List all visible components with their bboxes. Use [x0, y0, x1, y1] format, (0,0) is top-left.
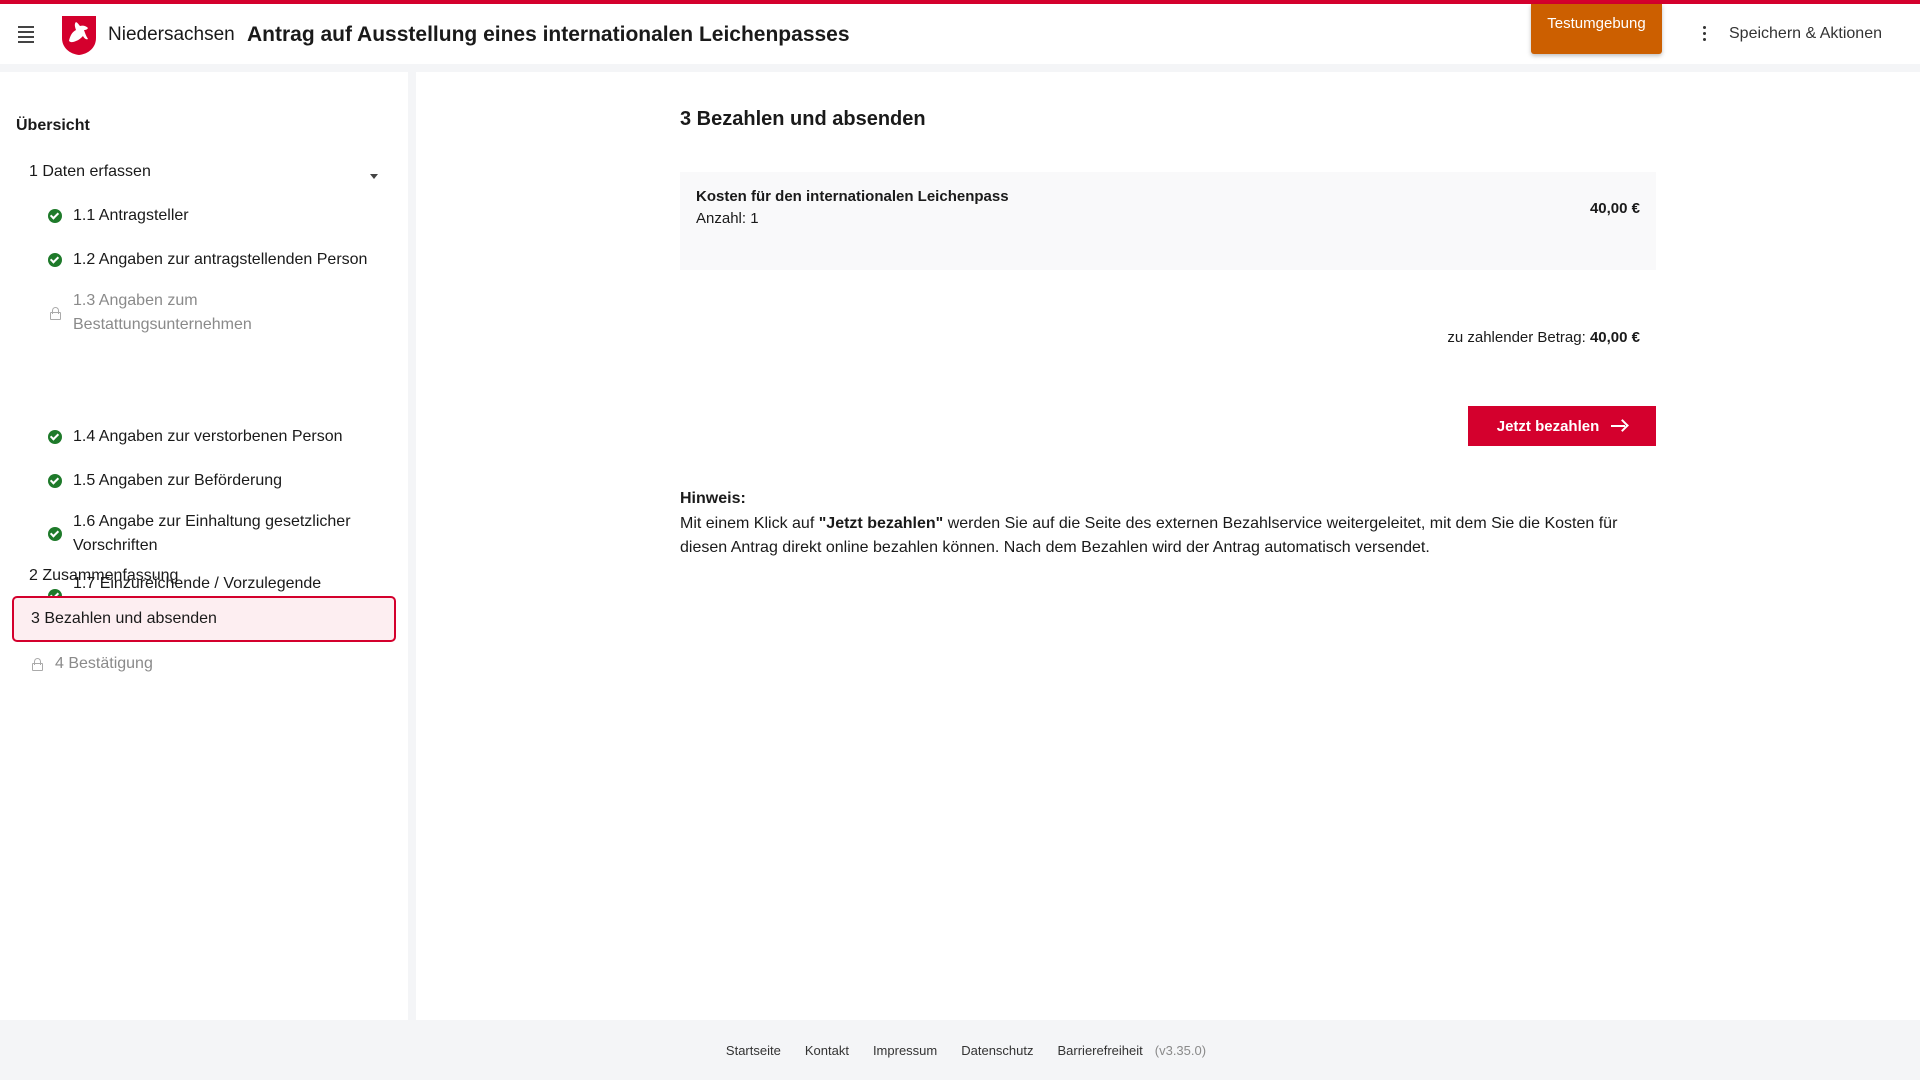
sidebar-section-bestaetigung: 4 Bestätigung: [30, 652, 370, 676]
sidebar-section-bezahlen-active[interactable]: 3 Bezahlen und absenden: [12, 596, 396, 642]
sidebar-title: Übersicht: [16, 117, 90, 134]
sidebar-section-daten-erfassen[interactable]: 1 Daten erfassen: [29, 163, 151, 181]
sidebar-item-vorschriften[interactable]: 1.6 Angabe zur Einhaltung gesetzlicher V…: [48, 510, 388, 558]
footer-link-startseite[interactable]: Startseite: [726, 1043, 781, 1058]
footer-link-kontakt[interactable]: Kontakt: [805, 1043, 849, 1058]
test-environment-badge: Testumgebung: [1531, 4, 1662, 54]
niedersachsen-logo: [62, 16, 96, 55]
header: Niedersachsen Antrag auf Ausstellung ein…: [0, 4, 1920, 64]
total-amount-row: zu zahlender Betrag: 40,00 €: [1447, 329, 1640, 346]
sidebar-section-zusammenfassung[interactable]: 2 Zusammenfassung: [29, 567, 178, 585]
page-title: Antrag auf Ausstellung eines internation…: [247, 23, 850, 46]
footer-link-impressum[interactable]: Impressum: [873, 1043, 937, 1058]
sidebar: Übersicht 1 Daten erfassen 1.1 Antragste…: [0, 72, 408, 1020]
check-circle-icon: [48, 527, 62, 541]
sidebar-item-verstorbene-person[interactable]: 1.4 Angaben zur verstorbenen Person: [48, 425, 388, 449]
sidebar-item-label: 1.2 Angaben zur antragstellenden Person: [73, 251, 368, 268]
total-label: zu zahlender Betrag:: [1447, 329, 1586, 346]
check-circle-icon: [48, 253, 62, 267]
main-content: 3 Bezahlen und absenden Kosten für den i…: [416, 72, 1920, 1020]
pay-now-label: Jetzt bezahlen: [1496, 417, 1600, 435]
footer-link-barrierefreiheit[interactable]: Barrierefreiheit: [1058, 1043, 1143, 1058]
sidebar-item-label: 1.3 Angaben zum Bestattungsunternehmen: [73, 292, 252, 333]
cost-summary: Kosten für den internationalen Leichenpa…: [680, 172, 1656, 270]
version-label: (v3.35.0): [1154, 1042, 1207, 1058]
cost-amount: 40,00 €: [1589, 200, 1640, 217]
cost-quantity: Anzahl: 1: [696, 210, 759, 227]
sidebar-item-antragstellende-person[interactable]: 1.2 Angaben zur antragstellenden Person: [48, 248, 388, 272]
sidebar-item-label: 1.5 Angaben zur Beförderung: [73, 472, 283, 489]
pay-now-button[interactable]: Jetzt bezahlen: [1468, 406, 1656, 446]
total-amount: 40,00 €: [1589, 329, 1640, 346]
cost-label: Kosten für den internationalen Leichenpa…: [696, 188, 1009, 205]
hint-text-pre: Mit einem Klick auf: [680, 515, 819, 532]
save-actions-button[interactable]: Speichern & Aktionen: [1729, 25, 1882, 43]
more-vertical-icon[interactable]: [1700, 26, 1708, 46]
sidebar-item-befoerderung[interactable]: 1.5 Angaben zur Beförderung: [48, 469, 388, 493]
sidebar-item-antragsteller[interactable]: 1.1 Antragsteller: [48, 204, 388, 228]
sidebar-item-label: 1.1 Antragsteller: [73, 207, 189, 224]
check-circle-icon: [48, 430, 62, 444]
hint-text: Mit einem Klick auf "Jetzt bezahlen" wer…: [680, 512, 1640, 560]
sidebar-item-label: 1.6 Angabe zur Einhaltung gesetzlicher V…: [73, 513, 351, 554]
sidebar-item-label: 4 Bestätigung: [55, 655, 153, 672]
check-circle-icon: [48, 474, 62, 488]
brand-name: Niedersachsen: [108, 24, 235, 45]
step-title: 3 Bezahlen und absenden: [680, 108, 926, 130]
arrow-right-icon: [1611, 420, 1627, 432]
sidebar-item-label: 3 Bezahlen und absenden: [31, 610, 217, 627]
hint-text-bold: "Jetzt bezahlen": [818, 515, 944, 532]
hint-label: Hinweis:: [680, 490, 746, 507]
lock-icon: [48, 306, 62, 320]
footer: Startseite Kontakt Impressum Datenschutz…: [0, 1020, 1920, 1080]
sidebar-item-bestattungsunternehmen: 1.3 Angaben zum Bestattungsunternehmen: [48, 289, 338, 337]
footer-link-datenschutz[interactable]: Datenschutz: [961, 1043, 1033, 1058]
menu-icon[interactable]: [18, 26, 38, 43]
lock-icon: [30, 657, 44, 671]
sidebar-item-label: 1.4 Angaben zur verstorbenen Person: [73, 428, 343, 445]
caret-down-icon[interactable]: [370, 174, 378, 179]
check-circle-icon: [48, 209, 62, 223]
